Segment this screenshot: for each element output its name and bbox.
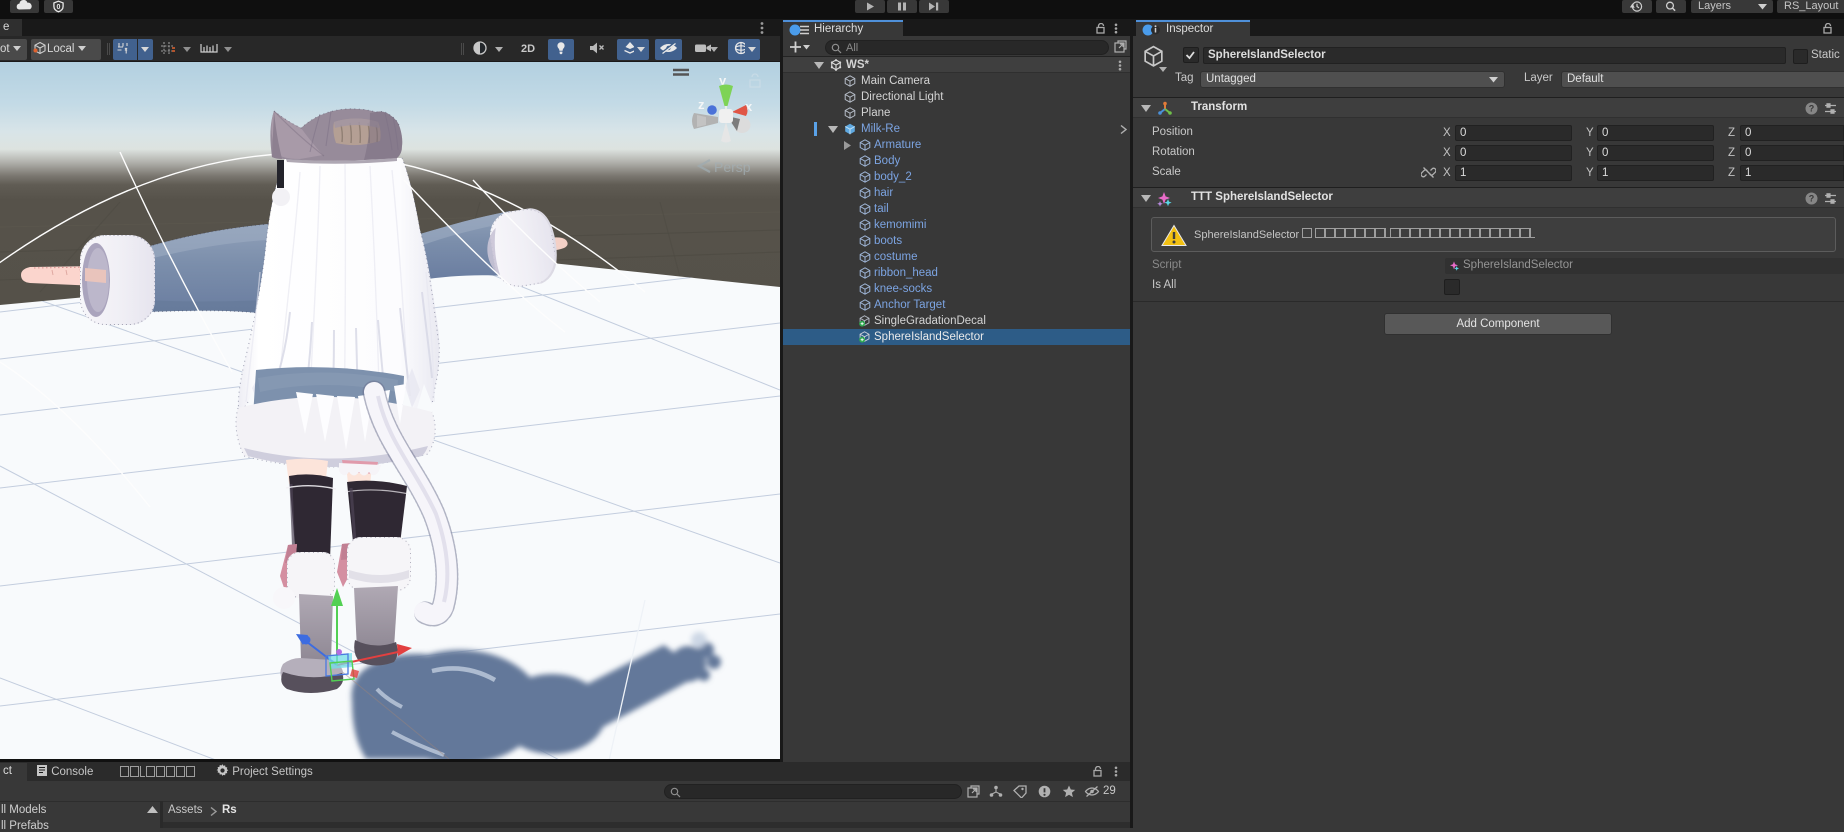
svg-text:0: 0 [57,4,61,11]
svg-text:z: z [698,97,705,112]
svg-text:?: ? [1809,104,1815,114]
svg-text:?: ? [1809,194,1815,204]
svg-text:Persp: Persp [714,159,751,175]
